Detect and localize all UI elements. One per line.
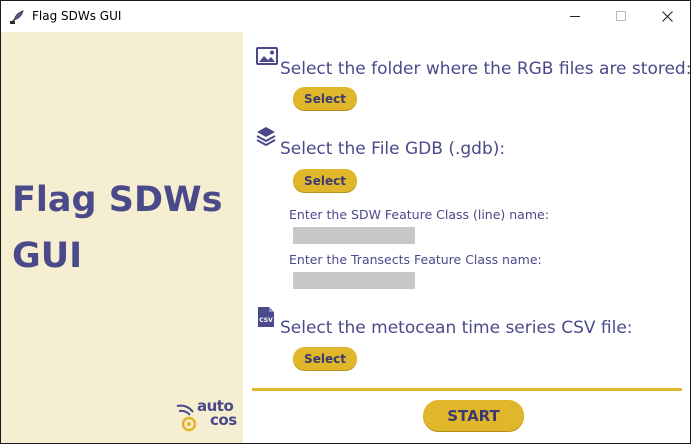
maximize-button[interactable]	[598, 1, 644, 32]
csv-label: Select the metocean time series CSV file…	[280, 318, 633, 338]
close-icon	[661, 11, 673, 22]
close-button[interactable]	[644, 1, 690, 32]
minimize-icon	[569, 16, 580, 17]
sdw-feature-class-input[interactable]	[293, 227, 415, 244]
autocos-logo: auto cos	[173, 394, 243, 438]
main-panel: Select the folder where the RGB files ar…	[243, 32, 690, 443]
transects-feature-class-label: Enter the Transects Feature Class name:	[289, 252, 542, 267]
select-rgb-folder-button[interactable]: Select	[293, 87, 357, 110]
app-window: Flag SDWs GUI Flag SDWs GUI auto cos Sel…	[0, 0, 691, 444]
transects-feature-class-input[interactable]	[293, 272, 415, 289]
maximize-icon	[615, 11, 626, 21]
csv-icon-text: CSV	[259, 317, 273, 324]
gdb-label: Select the File GDB (.gdb):	[280, 139, 506, 159]
start-button[interactable]: START	[423, 400, 524, 431]
select-gdb-button[interactable]: Select	[293, 169, 357, 192]
rgb-folder-label: Select the folder where the RGB files ar…	[280, 59, 691, 79]
minimize-button[interactable]	[552, 1, 598, 32]
app-feather-icon	[10, 10, 24, 24]
divider	[252, 388, 682, 391]
image-icon	[256, 47, 278, 65]
logo-text-bottom: cos	[210, 411, 237, 429]
title-bar[interactable]: Flag SDWs GUI	[1, 1, 690, 32]
window-title: Flag SDWs GUI	[32, 9, 122, 23]
csv-file-icon: CSV	[258, 307, 274, 327]
sdw-feature-class-label: Enter the SDW Feature Class (line) name:	[289, 207, 549, 222]
logo-signal-icon	[176, 404, 197, 432]
sidebar: Flag SDWs GUI auto cos	[1, 32, 243, 443]
app-title: Flag SDWs GUI	[12, 180, 223, 276]
layers-icon	[256, 127, 276, 147]
select-csv-button[interactable]: Select	[293, 347, 357, 370]
